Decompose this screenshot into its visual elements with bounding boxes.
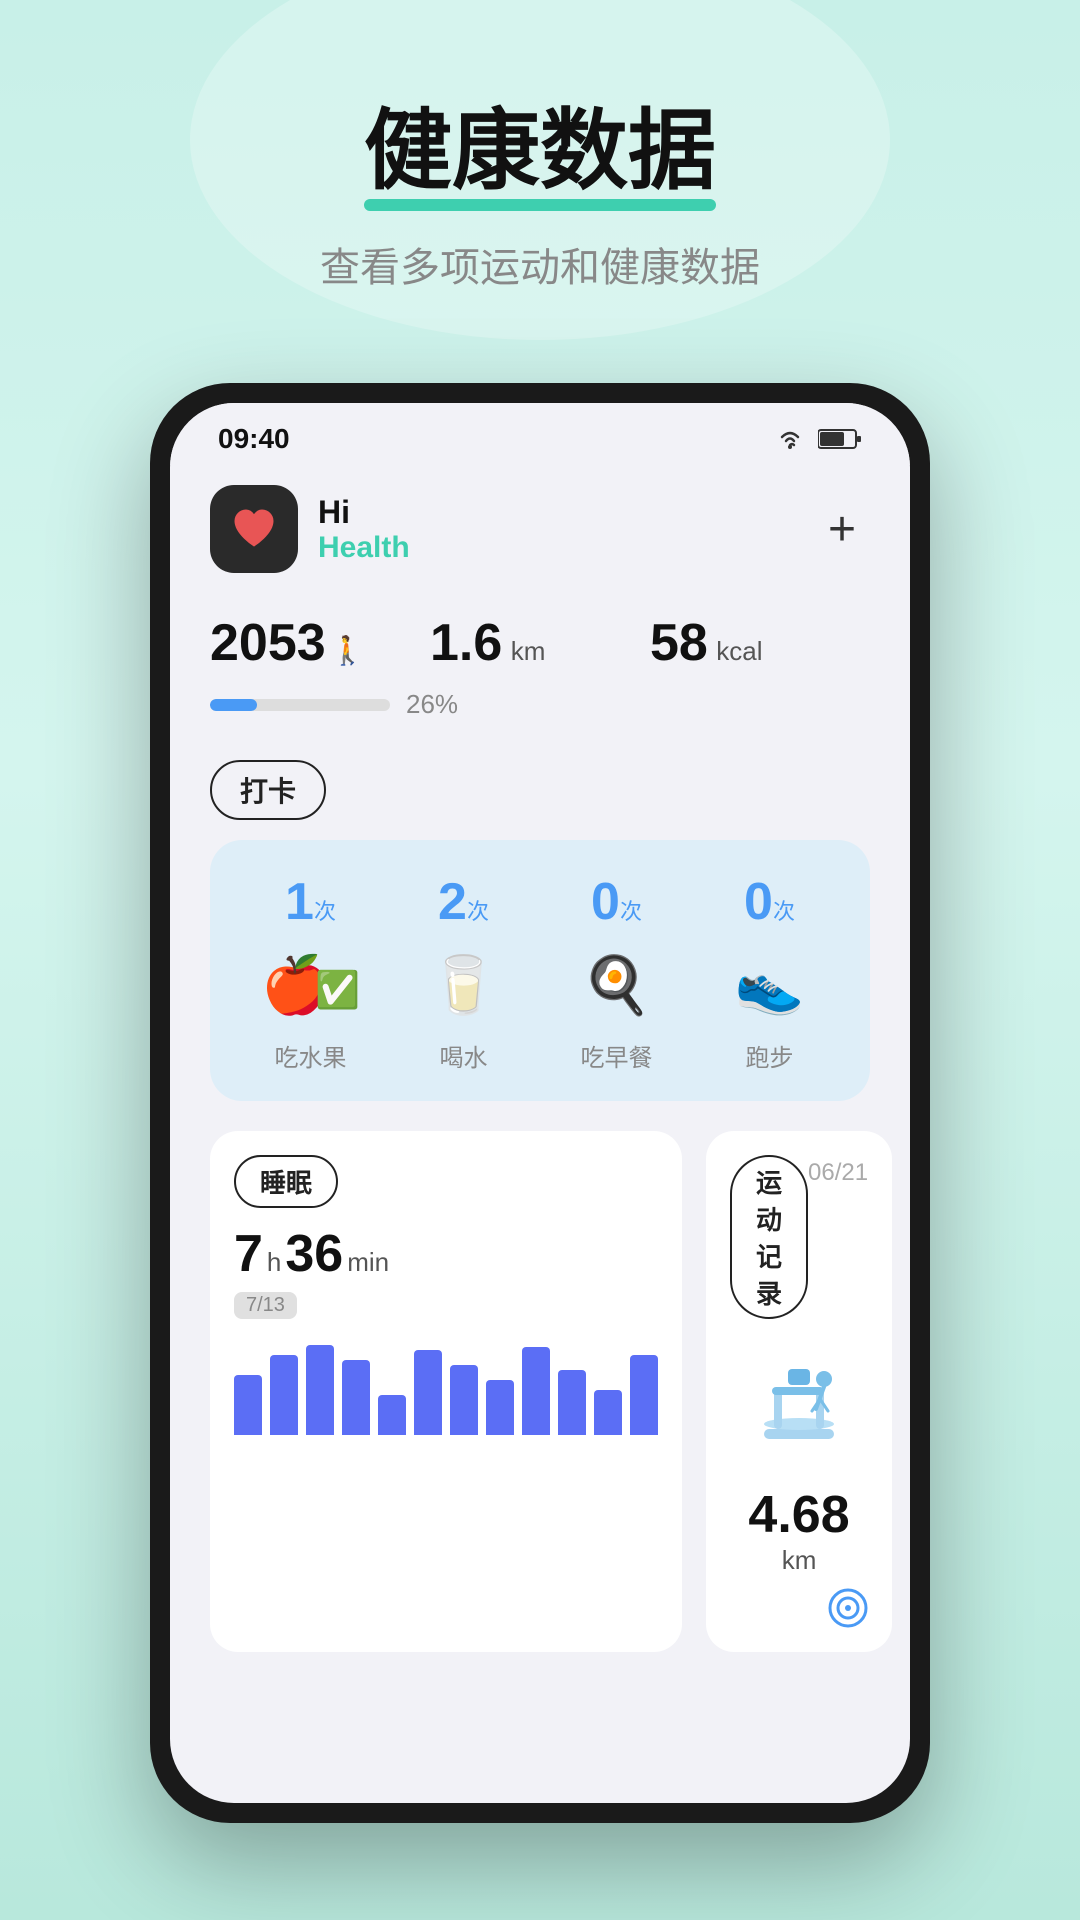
sleep-bar-9 (558, 1370, 586, 1435)
stats-section: 2053 🚶 1.6 km 58 kcal (170, 603, 910, 740)
punch-unit-breakfast: 次 (620, 899, 642, 924)
breakfast-icon-wrap: 🍳 (572, 940, 662, 1030)
stats-row: 2053 🚶 1.6 km 58 kcal (210, 613, 870, 673)
check-icon: ✅ (315, 969, 360, 1011)
status-bar: 09:40 (170, 403, 910, 465)
app-logo-area: Hi Health (210, 485, 410, 573)
app-health-label: Health (318, 531, 410, 565)
add-button[interactable]: + (814, 501, 870, 557)
exercise-label: 运动记录 (730, 1155, 808, 1319)
bottom-sections: 睡眠 7 h 36 min 7/13 运动记录 06/21 (170, 1121, 910, 1682)
steps-stat: 2053 🚶 (210, 613, 430, 673)
sleep-bar-11 (630, 1355, 658, 1435)
fruit-icon-wrap: 🍎 ✅ (266, 940, 356, 1030)
distance-stat: 1.6 km (430, 613, 650, 673)
exercise-value-area: 4.68 km (730, 1485, 868, 1576)
punch-count-water: 2 (438, 873, 467, 931)
punch-item-breakfast[interactable]: 0次 🍳 吃早餐 (540, 872, 693, 1073)
exercise-icon-area (730, 1343, 868, 1485)
punch-unit-run: 次 (773, 899, 795, 924)
phone-screen: 09:40 (170, 403, 910, 1803)
punch-section: 打卡 1次 🍎 ✅ 吃水果 (170, 740, 910, 1121)
exercise-distance: 4.68 (748, 1486, 849, 1544)
app-title-area: Hi Health (318, 494, 410, 565)
phone-mockup: 09:40 (150, 383, 930, 1823)
sleep-bar-4 (378, 1395, 406, 1435)
sleep-bar-0 (234, 1375, 262, 1435)
punch-name-water: 喝水 (440, 1038, 488, 1073)
target-icon (828, 1588, 868, 1628)
battery-icon (818, 428, 862, 450)
sleep-bar-2 (306, 1345, 334, 1435)
app-icon (210, 485, 298, 573)
punch-item-water[interactable]: 2次 🥛 喝水 (387, 872, 540, 1073)
distance-unit: km (511, 636, 546, 666)
hero-title: 健康数据 (364, 80, 716, 207)
walk-icon: 🚶 (330, 635, 365, 666)
progress-bar-bg (210, 699, 390, 711)
hero-subtitle: 查看多项运动和健康数据 (0, 235, 1080, 293)
progress-row: 26% (210, 689, 870, 720)
progress-percent: 26% (406, 689, 458, 720)
steps-value: 2053 (210, 614, 326, 672)
punch-count-run: 0 (744, 873, 773, 931)
punch-name-fruit: 吃水果 (275, 1038, 347, 1073)
punch-card: 1次 🍎 ✅ 吃水果 2次 🥛 (210, 840, 870, 1101)
punch-name-breakfast: 吃早餐 (581, 1038, 653, 1073)
sleep-bar-8 (522, 1347, 550, 1435)
exercise-date: 06/21 (808, 1155, 868, 1187)
sleep-minutes: 36 (285, 1224, 343, 1284)
sleep-bar-6 (450, 1365, 478, 1435)
status-time: 09:40 (218, 423, 290, 455)
water-icon: 🥛 (429, 952, 499, 1018)
sleep-hours-unit: h (267, 1247, 281, 1278)
sleep-label: 睡眠 (234, 1155, 338, 1208)
sleep-bar-5 (414, 1350, 442, 1435)
breakfast-icon: 🍳 (582, 952, 652, 1018)
calories-stat: 58 kcal (650, 613, 870, 673)
punch-name-run: 跑步 (746, 1038, 794, 1073)
punch-item-run[interactable]: 0次 👟 跑步 (693, 872, 846, 1073)
punch-unit-water: 次 (467, 899, 489, 924)
sleep-bar-3 (342, 1360, 370, 1435)
sleep-hours: 7 (234, 1224, 263, 1284)
exercise-unit: km (782, 1545, 817, 1575)
treadmill-icon (744, 1359, 854, 1469)
distance-value: 1.6 (430, 614, 502, 672)
hero-section: 健康数据 查看多项运动和健康数据 (0, 0, 1080, 343)
punch-count-breakfast: 0 (591, 873, 620, 931)
app-header: Hi Health + (170, 465, 910, 603)
app-hi: Hi (318, 494, 410, 531)
calories-value: 58 (650, 614, 708, 672)
punch-count-fruit: 1 (285, 873, 314, 931)
phone-frame: 09:40 (150, 383, 930, 1823)
run-icon: 👟 (735, 952, 805, 1018)
progress-bar-fill (210, 699, 257, 711)
sleep-bar-10 (594, 1390, 622, 1435)
run-icon-wrap: 👟 (725, 940, 815, 1030)
sleep-card: 睡眠 7 h 36 min 7/13 (210, 1131, 682, 1652)
sleep-minutes-unit: min (347, 1247, 389, 1278)
exercise-card: 运动记录 06/21 (706, 1131, 892, 1652)
water-icon-wrap: 🥛 (419, 940, 509, 1030)
sleep-bar-7 (486, 1380, 514, 1435)
sleep-date-badge: 7/13 (234, 1292, 297, 1319)
sleep-bar-1 (270, 1355, 298, 1435)
wifi-icon (774, 427, 806, 451)
punch-unit-fruit: 次 (314, 899, 336, 924)
status-icons (774, 427, 862, 451)
punch-item-fruit[interactable]: 1次 🍎 ✅ 吃水果 (234, 872, 387, 1073)
calories-unit: kcal (716, 636, 762, 666)
sleep-time: 7 h 36 min (234, 1224, 658, 1284)
punch-label: 打卡 (210, 760, 326, 820)
sleep-bars-chart (234, 1335, 658, 1435)
